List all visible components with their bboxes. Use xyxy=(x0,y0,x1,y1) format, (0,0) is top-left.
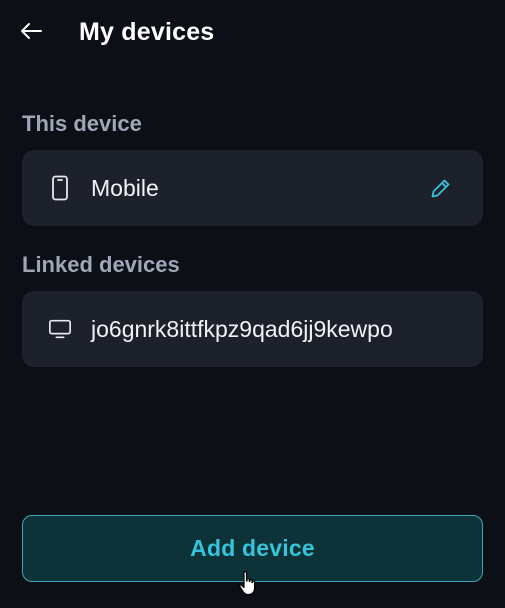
arrow-left-icon xyxy=(21,23,42,39)
linked-device-item[interactable]: jo6gnrk8ittfkpz9qad6jj9kewpo xyxy=(22,291,483,367)
edit-device-name-button[interactable] xyxy=(427,174,455,202)
linked-devices-label: Linked devices xyxy=(22,252,180,277)
back-button[interactable] xyxy=(14,14,48,48)
linked-device-name: jo6gnrk8ittfkpz9qad6jj9kewpo xyxy=(91,316,393,342)
this-device-name: Mobile xyxy=(91,175,159,201)
page-title: My devices xyxy=(79,18,215,46)
my-devices-screen: My devices This device Mobile Linked dev… xyxy=(0,0,505,608)
this-device-label: This device xyxy=(22,111,142,136)
add-device-label: Add device xyxy=(190,535,315,561)
pencil-icon xyxy=(431,179,450,198)
this-device-card: Mobile xyxy=(22,150,483,226)
monitor-icon xyxy=(48,317,72,341)
smartphone-icon xyxy=(48,175,72,201)
hand-pointer-cursor-icon xyxy=(239,571,256,596)
header: My devices xyxy=(0,0,505,64)
